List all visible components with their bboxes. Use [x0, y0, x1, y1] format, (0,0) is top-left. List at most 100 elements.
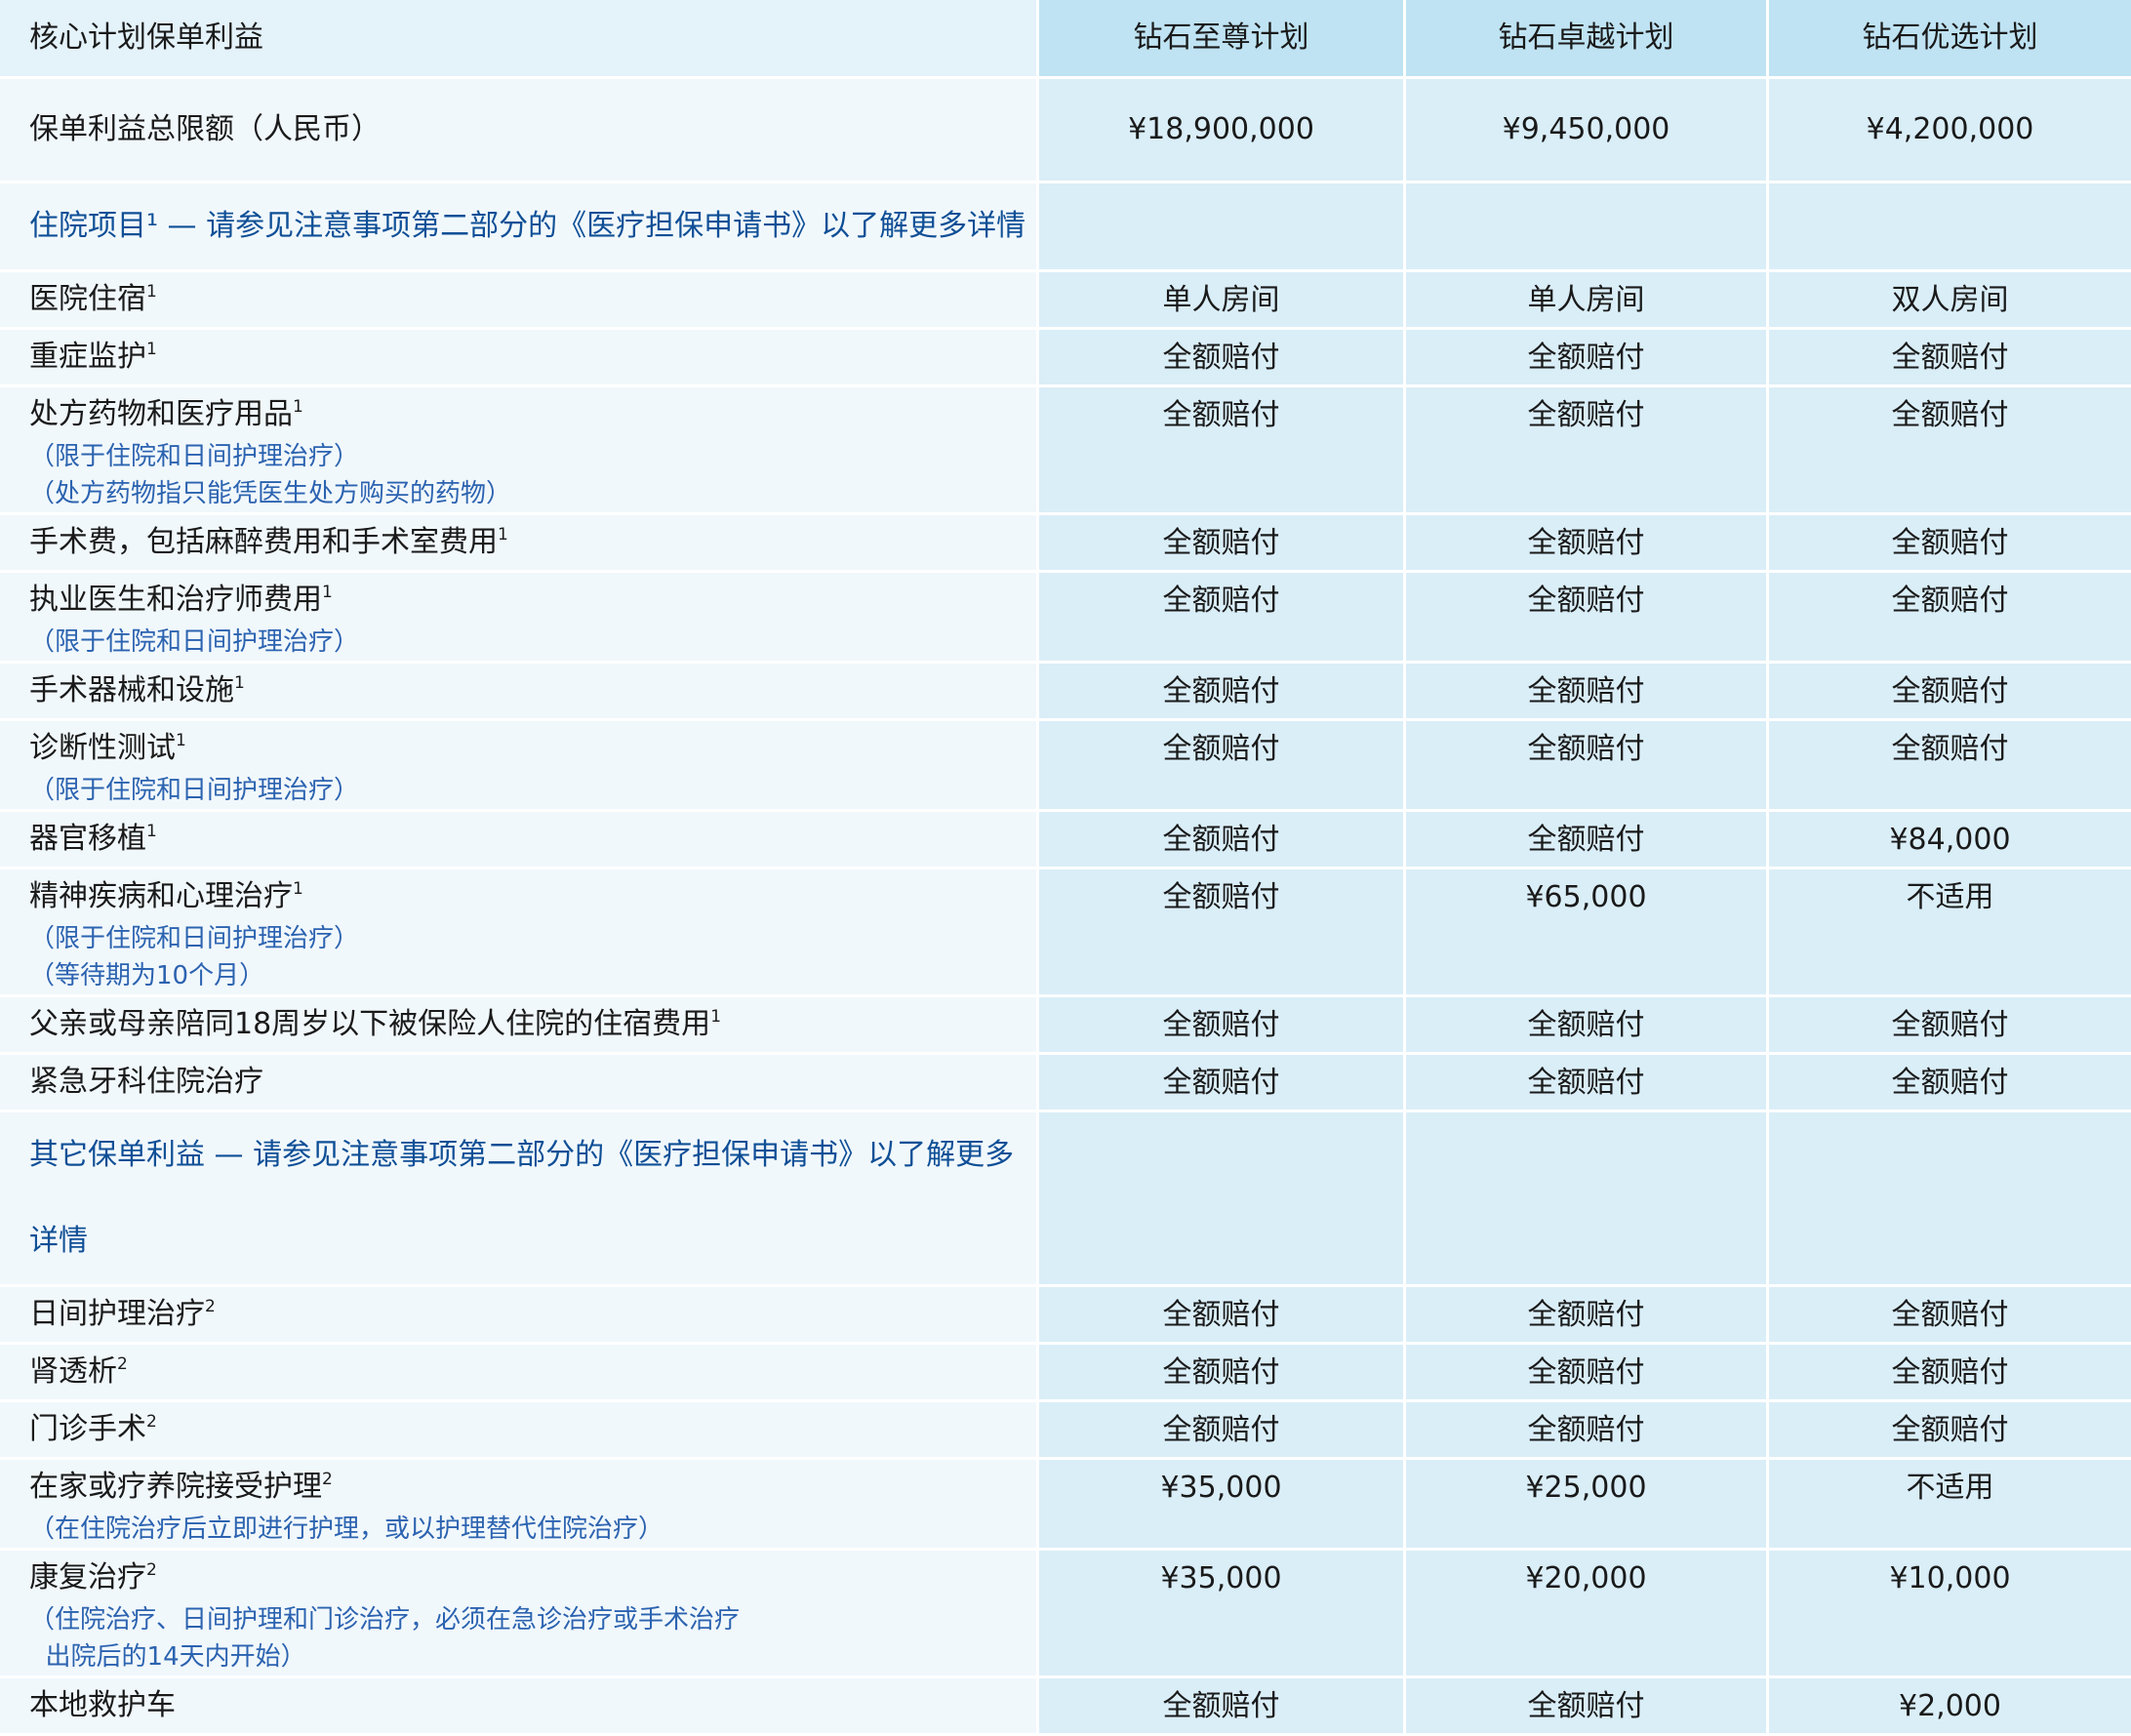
- footnote-marker: 1: [498, 525, 508, 545]
- plan-header-select: 钻石优选计划: [1766, 0, 2131, 79]
- benefit-value: 全额赔付: [1036, 330, 1403, 387]
- header-row: 核心计划保单利益 钻石至尊计划 钻石卓越计划 钻石优选计划: [0, 0, 2131, 79]
- benefit-label-cell: 精神疾病和心理治疗1 （限于住院和日间护理治疗） （等待期为10个月）: [0, 869, 1036, 997]
- benefit-value: ¥65,000: [1403, 869, 1766, 997]
- section-title: 住院项目¹ — 请参见注意事项第二部分的《医疗担保申请书》以了解更多详情: [0, 183, 1036, 272]
- benefit-label-line: 父亲或母亲陪同18周岁以下被保险人住院的住宿费用1: [29, 1001, 1036, 1048]
- benefits-table: 核心计划保单利益 钻石至尊计划 钻石卓越计划 钻石优选计划 保单利益总限额（人民…: [0, 0, 2131, 1736]
- benefit-label: 重症监护: [29, 340, 146, 374]
- benefit-value: 全额赔付: [1036, 869, 1403, 997]
- footnote-marker: 1: [322, 583, 333, 602]
- benefit-note: 出院后的14天内开始）: [29, 1642, 306, 1672]
- benefit-label: 肾透析: [29, 1354, 117, 1389]
- table-row: 精神疾病和心理治疗1 （限于住院和日间护理治疗） （等待期为10个月） 全额赔付 ¥65…: [0, 869, 2131, 997]
- footnote-marker: 1: [710, 1007, 722, 1027]
- section-empty-cell: [1036, 183, 1403, 272]
- benefit-value: 全额赔付: [1403, 1345, 1766, 1402]
- table-row: 肾透析2 全额赔付 全额赔付 全额赔付: [0, 1345, 2131, 1402]
- plan-header-excellence: 钻石卓越计划: [1403, 0, 1766, 79]
- benefit-label: 精神疾病和心理治疗: [29, 879, 293, 913]
- benefit-label-line: 精神疾病和心理治疗1: [29, 873, 1036, 920]
- benefit-note: （在住院治疗后立即进行护理，或以护理替代住院治疗）: [29, 1514, 664, 1544]
- benefit-value: 全额赔付: [1036, 997, 1403, 1055]
- benefit-value: 全额赔付: [1766, 330, 2131, 387]
- benefit-label-cell: 门诊手术2: [0, 1402, 1036, 1460]
- benefit-value: 全额赔付: [1766, 1345, 2131, 1402]
- benefit-value: 全额赔付: [1403, 1678, 1766, 1736]
- benefit-value: 全额赔付: [1036, 664, 1403, 721]
- benefit-value: 全额赔付: [1766, 1055, 2131, 1112]
- benefit-value: 全额赔付: [1766, 573, 2131, 664]
- benefit-value: 单人房间: [1036, 272, 1403, 330]
- benefit-value: 全额赔付: [1403, 1287, 1766, 1345]
- benefit-label: 在家或疗养院接受护理: [29, 1470, 322, 1504]
- benefit-label: 紧急牙科住院治疗: [29, 1065, 263, 1099]
- footnote-marker: 1: [146, 282, 157, 302]
- benefit-value: 全额赔付: [1766, 721, 2131, 812]
- benefit-value: 全额赔付: [1403, 387, 1766, 515]
- benefit-label-line: 处方药物和医疗用品1: [29, 391, 1036, 438]
- section-empty-cell: [1766, 183, 2131, 272]
- benefit-label-line: 器官移植1: [29, 816, 1036, 863]
- footnote-marker: 2: [205, 1297, 216, 1316]
- benefit-value: 全额赔付: [1766, 997, 2131, 1055]
- benefit-label-cell: 重症监护1: [0, 330, 1036, 387]
- footnote-marker: 1: [234, 673, 245, 693]
- benefit-label: 门诊手术: [29, 1412, 146, 1446]
- total-limit-row: 保单利益总限额（人民币） ¥18,900,000 ¥9,450,000 ¥4,2…: [0, 79, 2131, 183]
- benefit-note: （限于住院和日间护理治疗）: [29, 442, 360, 471]
- benefit-label-cell: 医院住宿1: [0, 272, 1036, 330]
- benefit-value: ¥35,000: [1036, 1551, 1403, 1678]
- benefit-note: （等待期为10个月）: [29, 961, 265, 990]
- benefit-label-line: 诊断性测试1: [29, 725, 1036, 772]
- benefit-label-line: 手术费，包括麻醉费用和手术室费用1: [29, 519, 1036, 566]
- benefit-label-line: 日间护理治疗2: [29, 1291, 1036, 1338]
- benefit-label: 日间护理治疗: [29, 1297, 205, 1331]
- total-limit-value: ¥18,900,000: [1036, 79, 1403, 183]
- benefit-value: ¥10,000: [1766, 1551, 2131, 1678]
- benefit-value: 不适用: [1766, 869, 2131, 997]
- benefit-value: 全额赔付: [1403, 573, 1766, 664]
- benefit-value: 全额赔付: [1036, 721, 1403, 812]
- benefit-value: 全额赔付: [1766, 1287, 2131, 1345]
- total-limit-value: ¥4,200,000: [1766, 79, 2131, 183]
- benefit-label-cell: 肾透析2: [0, 1345, 1036, 1402]
- benefit-note: （限于住院和日间护理治疗）: [29, 924, 360, 953]
- benefit-value: 全额赔付: [1766, 1402, 2131, 1460]
- table-row: 重症监护1 全额赔付 全额赔付 全额赔付: [0, 330, 2131, 387]
- benefit-value: 全额赔付: [1403, 515, 1766, 573]
- benefit-note: （住院治疗、日间护理和门诊治疗，必须在急诊治疗或手术治疗: [29, 1605, 741, 1635]
- benefit-value: 全额赔付: [1036, 573, 1403, 664]
- benefit-value: 全额赔付: [1403, 997, 1766, 1055]
- benefit-label-line: 本地救护车: [29, 1682, 1036, 1729]
- benefit-value: 全额赔付: [1403, 1055, 1766, 1112]
- plan-header-supreme: 钻石至尊计划: [1036, 0, 1403, 79]
- footnote-marker: 1: [176, 731, 186, 750]
- benefit-label: 诊断性测试: [29, 731, 176, 765]
- footnote-marker: 1: [293, 397, 303, 417]
- benefit-label-cell: 本地救护车: [0, 1678, 1036, 1736]
- benefit-value: 全额赔付: [1403, 721, 1766, 812]
- footnote-marker: 1: [293, 879, 303, 899]
- table-row: 在家或疗养院接受护理2 （在住院治疗后立即进行护理，或以护理替代住院治疗） ¥35,…: [0, 1460, 2131, 1551]
- benefit-label-cell: 父亲或母亲陪同18周岁以下被保险人住院的住宿费用1: [0, 997, 1036, 1055]
- benefit-value: 全额赔付: [1036, 387, 1403, 515]
- benefit-note: （处方药物指只能凭医生处方购买的药物）: [29, 479, 512, 508]
- benefit-label-line: 紧急牙科住院治疗: [29, 1059, 1036, 1106]
- section-empty-cell: [1403, 183, 1766, 272]
- benefit-note: （限于住院和日间护理治疗）: [29, 627, 360, 657]
- benefit-label-line: 重症监护1: [29, 334, 1036, 381]
- benefit-label-cell: 康复治疗2 （住院治疗、日间护理和门诊治疗，必须在急诊治疗或手术治疗 出院后的14…: [0, 1551, 1036, 1678]
- total-limit-value: ¥9,450,000: [1403, 79, 1766, 183]
- benefit-value: 全额赔付: [1036, 1678, 1403, 1736]
- benefit-value: ¥2,000: [1766, 1678, 2131, 1736]
- benefit-value: 全额赔付: [1766, 515, 2131, 573]
- footnote-marker: 2: [322, 1470, 333, 1489]
- benefit-label-line: 手术器械和设施1: [29, 667, 1036, 714]
- table-title: 核心计划保单利益: [0, 0, 1036, 79]
- section-title: 其它保单利益 — 请参见注意事项第二部分的《医疗担保申请书》以了解更多详情: [0, 1112, 1036, 1287]
- benefit-value: ¥25,000: [1403, 1460, 1766, 1551]
- benefit-label-cell: 在家或疗养院接受护理2 （在住院治疗后立即进行护理，或以护理替代住院治疗）: [0, 1460, 1036, 1551]
- benefit-note: （限于住院和日间护理治疗）: [29, 776, 360, 805]
- table-row: 手术费，包括麻醉费用和手术室费用1 全额赔付 全额赔付 全额赔付: [0, 515, 2131, 573]
